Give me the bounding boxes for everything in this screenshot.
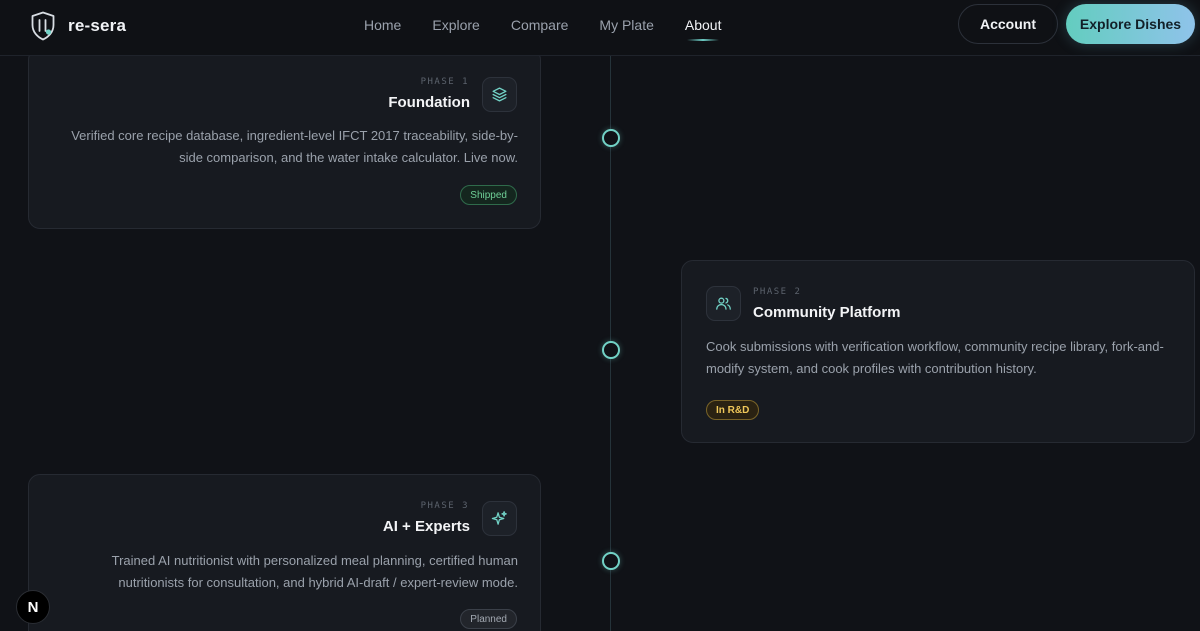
nav-compare[interactable]: Compare (511, 17, 569, 33)
timeline-dot-phase-1 (602, 129, 620, 147)
layers-icon (492, 87, 507, 102)
timeline-dot-phase-3 (602, 552, 620, 570)
phase-title: Foundation (388, 94, 470, 111)
nav-about[interactable]: About (685, 17, 721, 41)
phase-icon-box (706, 286, 741, 321)
phase-description: Verified core recipe database, ingredien… (71, 128, 518, 165)
nav-my-plate[interactable]: My Plate (599, 17, 653, 33)
dev-indicator-button[interactable]: N (16, 590, 50, 624)
users-icon (716, 297, 731, 310)
status-badge: Planned (460, 609, 517, 629)
shield-utensils-icon (31, 11, 55, 41)
phase-description: Trained AI nutritionist with personalize… (111, 553, 518, 590)
sparkles-icon (491, 511, 507, 525)
brand[interactable]: re-sera (30, 11, 126, 41)
phase-label: PHASE 1 (420, 77, 469, 87)
phase-icon-box (482, 77, 517, 112)
about-page: re-sera Home Explore Compare My Plate Ab… (0, 0, 1200, 631)
main-nav: Home Explore Compare My Plate About (364, 17, 752, 41)
status-badge: Shipped (460, 185, 517, 205)
phase-icon-box (482, 501, 517, 536)
phase-title: Community Platform (753, 304, 901, 321)
phase-title: AI + Experts (382, 518, 470, 535)
status-badge: In R&D (706, 400, 760, 420)
top-navbar: re-sera Home Explore Compare My Plate Ab… (0, 0, 1200, 56)
timeline-dot-phase-2 (602, 341, 620, 359)
phase-label: PHASE 2 (753, 287, 802, 297)
phase-card-ai-experts: PHASE 3 AI + Experts Trained AI nutritio… (28, 474, 541, 631)
phase-description: Cook submissions with verification workf… (706, 339, 1164, 376)
account-button[interactable]: Account (958, 4, 1058, 44)
phase-card-community-platform: PHASE 2 Community Platform Cook submissi… (681, 260, 1195, 443)
phase-label: PHASE 3 (420, 501, 469, 511)
nav-explore[interactable]: Explore (432, 17, 479, 33)
explore-dishes-button[interactable]: Explore Dishes (1066, 4, 1195, 44)
brand-name: re-sera (68, 16, 127, 35)
nav-home[interactable]: Home (364, 17, 401, 33)
phase-card-foundation: PHASE 1 Foundation Verified core recipe … (28, 48, 541, 229)
